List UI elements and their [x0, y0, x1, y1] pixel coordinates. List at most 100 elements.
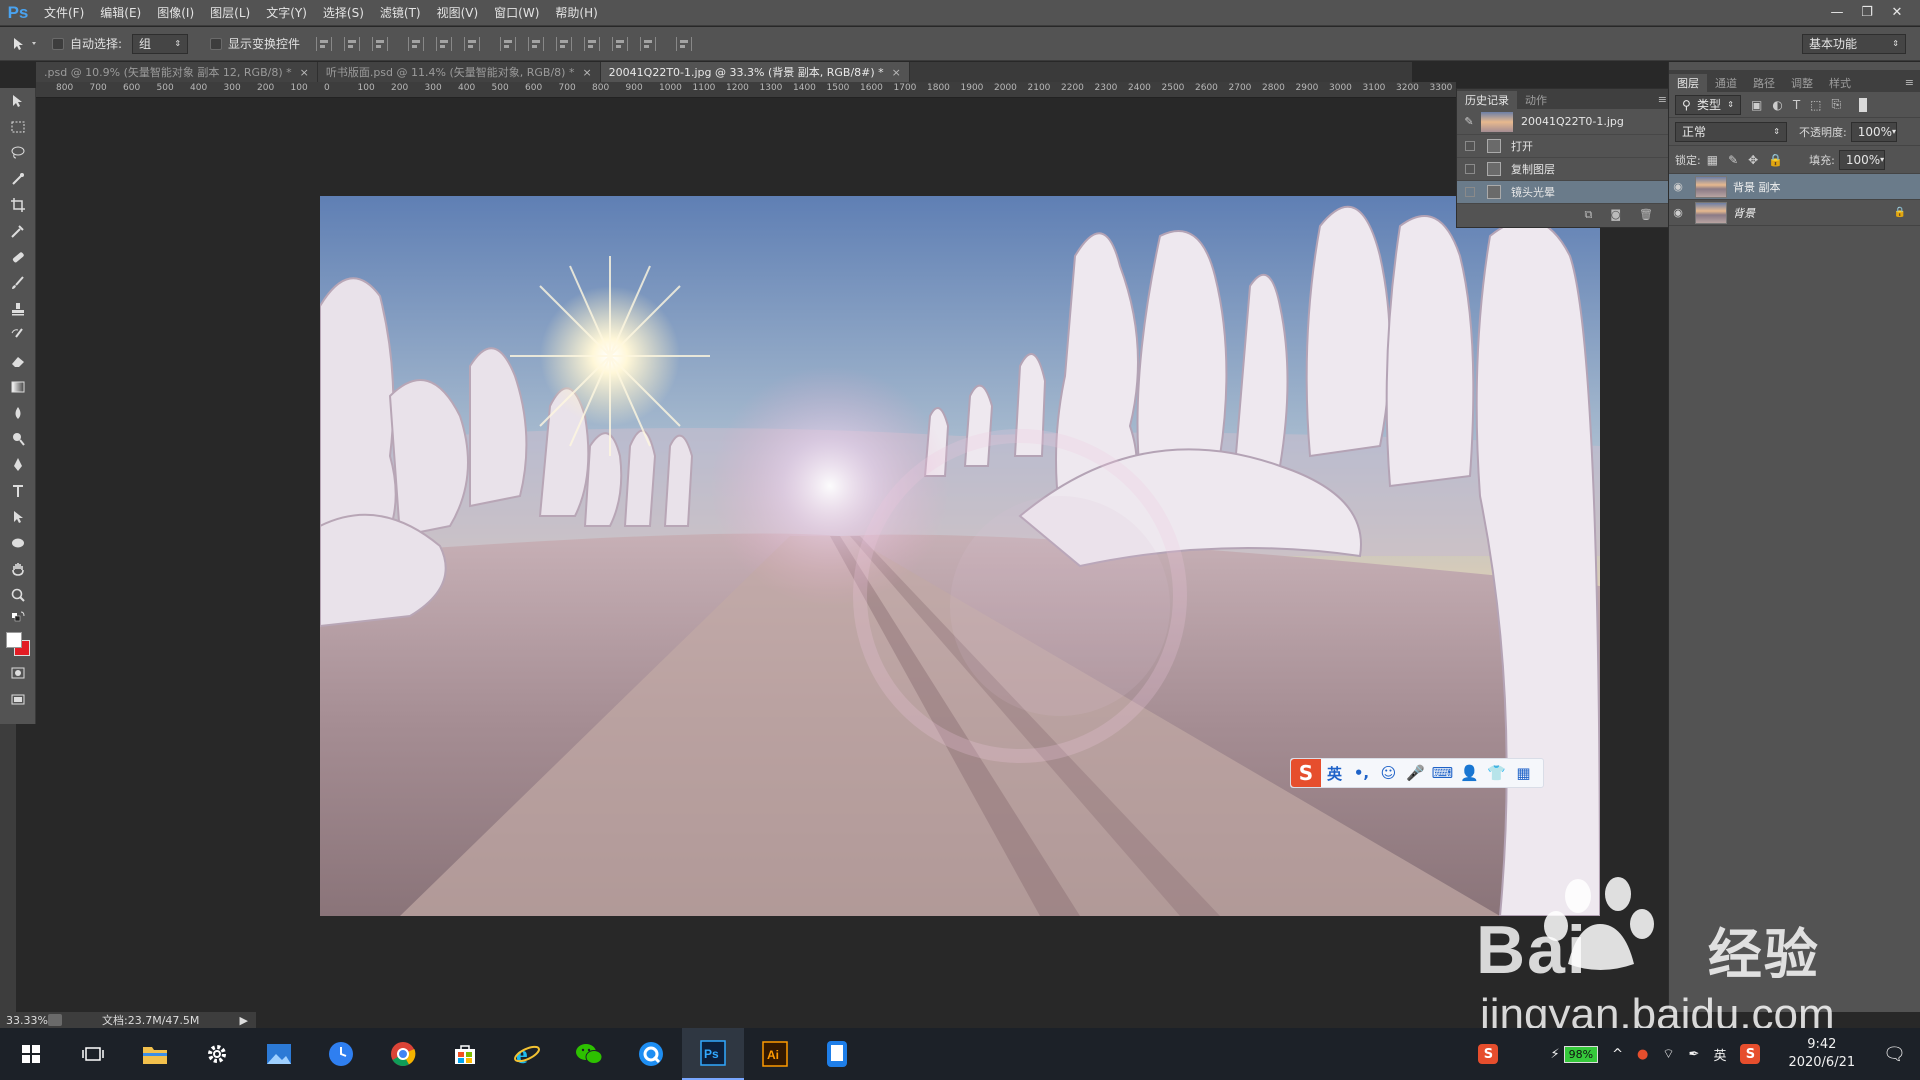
history-source-box[interactable] — [1465, 164, 1475, 174]
lock-transparent-icon[interactable]: ▦ — [1707, 153, 1718, 167]
menu-file[interactable]: 文件(F) — [36, 0, 92, 26]
history-brush-tool[interactable] — [0, 322, 36, 348]
wechat-app[interactable] — [558, 1028, 620, 1080]
sogou-logo[interactable]: S — [1291, 759, 1321, 787]
filter-pixel-icon[interactable]: ▣ — [1751, 98, 1762, 112]
photos-app[interactable] — [248, 1028, 310, 1080]
status-menu-arrow-icon[interactable]: ▶ — [240, 1014, 256, 1027]
chrome-app[interactable] — [372, 1028, 434, 1080]
punctuation-toggle[interactable]: •, — [1348, 764, 1375, 782]
ime-language-indicator[interactable]: 英 — [1713, 1045, 1726, 1064]
path-select-tool[interactable] — [0, 504, 36, 530]
crop-tool[interactable] — [0, 192, 36, 218]
foreground-color-swatch[interactable] — [6, 632, 22, 648]
wifi-icon[interactable]: ⌔ — [1662, 1046, 1674, 1062]
auto-align-icon[interactable] — [676, 36, 693, 51]
eye-icon[interactable]: ◉ — [1669, 180, 1687, 193]
move-tool[interactable] — [0, 88, 36, 114]
user-icon[interactable]: 👤 — [1456, 764, 1483, 782]
settings-app[interactable] — [186, 1028, 248, 1080]
menu-layer[interactable]: 图层(L) — [202, 0, 258, 26]
distribute-top-icon[interactable] — [500, 36, 517, 51]
menu-view[interactable]: 视图(V) — [429, 0, 487, 26]
tab-paths[interactable]: 路径 — [1745, 74, 1783, 92]
filter-toggle-icon[interactable] — [1859, 97, 1868, 112]
move-tool-preset[interactable] — [0, 31, 52, 57]
screen-mode-tool[interactable] — [0, 686, 36, 712]
store-app[interactable] — [434, 1028, 496, 1080]
clock-app[interactable] — [310, 1028, 372, 1080]
document-image[interactable] — [320, 196, 1600, 916]
blend-mode-select[interactable]: 正常 ⇕ — [1675, 121, 1787, 142]
gradient-tool[interactable] — [0, 374, 36, 400]
filter-shape-icon[interactable]: ⬚ — [1810, 98, 1821, 112]
distribute-vcenter-icon[interactable] — [528, 36, 545, 51]
brush-tool[interactable] — [0, 270, 36, 296]
default-colors-tool[interactable] — [0, 608, 36, 626]
zoom-level[interactable]: 33.33% — [0, 1014, 48, 1027]
eraser-tool[interactable] — [0, 348, 36, 374]
battery-indicator[interactable]: ⚡ 98% — [1550, 1045, 1599, 1063]
show-transform-checkbox[interactable]: 显示变换控件 — [210, 35, 300, 52]
tab-actions[interactable]: 动作 — [1517, 91, 1555, 109]
align-vcenter-icon[interactable] — [344, 36, 361, 51]
sogou-tray-icon[interactable]: S — [1478, 1044, 1499, 1064]
healing-tool[interactable] — [0, 244, 36, 270]
start-button[interactable] — [0, 1028, 62, 1080]
qq-browser-app[interactable] — [620, 1028, 682, 1080]
align-left-icon[interactable] — [408, 36, 425, 51]
sogou-tray-icon[interactable]: S — [1740, 1044, 1761, 1064]
lock-pixels-icon[interactable]: ✎ — [1728, 153, 1738, 167]
opacity-field[interactable]: 100% ▾ — [1850, 121, 1897, 142]
new-document-from-state-icon[interactable]: ⧉ — [1584, 208, 1592, 222]
tab-adjustments[interactable]: 调整 — [1783, 74, 1821, 92]
emoji-icon[interactable]: ☺ — [1375, 764, 1402, 782]
pen-tool[interactable] — [0, 452, 36, 478]
filter-type-icon[interactable]: T — [1793, 98, 1800, 112]
lock-position-icon[interactable]: ✥ — [1748, 153, 1758, 167]
close-icon[interactable]: × — [300, 66, 309, 79]
ie-app[interactable]: e — [496, 1028, 558, 1080]
menu-type[interactable]: 文字(Y) — [258, 0, 315, 26]
quick-mask-tool[interactable] — [0, 660, 36, 686]
task-view-button[interactable] — [62, 1028, 124, 1080]
menu-help[interactable]: 帮助(H) — [547, 0, 605, 26]
menu-window[interactable]: 窗口(W) — [486, 0, 547, 26]
tab-layers[interactable]: 图层 — [1669, 74, 1707, 92]
notification-app-icon[interactable]: ● — [1637, 1047, 1648, 1062]
lasso-tool[interactable] — [0, 140, 36, 166]
apps-grid-icon[interactable]: ▦ — [1510, 764, 1537, 782]
doc-tab-2[interactable]: 听书版面.psd @ 11.4% (矢量智能对象, RGB/8) * × — [317, 62, 601, 82]
layer-item[interactable]: ◉ 背景 🔒 — [1669, 200, 1920, 226]
lock-all-icon[interactable]: 🔒 — [1768, 153, 1783, 167]
align-hcenter-icon[interactable] — [436, 36, 453, 51]
menu-edit[interactable]: 编辑(E) — [92, 0, 149, 26]
menu-image[interactable]: 图像(I) — [149, 0, 202, 26]
doc-tab-1[interactable]: .psd @ 10.9% (矢量智能对象 副本 12, RGB/8) * × — [36, 62, 318, 82]
restore-button[interactable]: ❐ — [1852, 4, 1882, 22]
eye-icon[interactable]: ◉ — [1669, 206, 1687, 219]
distribute-left-icon[interactable] — [584, 36, 601, 51]
color-swatches[interactable] — [0, 626, 36, 660]
microphone-icon[interactable]: 🎤 — [1402, 764, 1429, 782]
fill-field[interactable]: 100% ▾ — [1838, 149, 1885, 170]
action-center-icon[interactable]: 🗨 — [1883, 1044, 1906, 1065]
keyboard-icon[interactable]: ⌨ — [1429, 764, 1456, 782]
layer-filter-select[interactable]: ⚲ 类型 ⇕ — [1675, 94, 1741, 115]
brush-source-icon[interactable]: ✎ — [1457, 115, 1481, 128]
chevron-up-icon[interactable]: ^ — [1612, 1047, 1623, 1062]
panel-menu-icon[interactable]: ≡ — [1905, 76, 1920, 92]
photoshop-app[interactable]: Ps — [682, 1028, 744, 1080]
pen-workspace-icon[interactable]: ✒ — [1689, 1047, 1700, 1062]
history-source-box[interactable] — [1465, 187, 1475, 197]
align-bottom-icon[interactable] — [372, 36, 389, 51]
illustrator-app[interactable]: Ai — [744, 1028, 806, 1080]
blur-tool[interactable] — [0, 400, 36, 426]
filter-smart-icon[interactable]: ⎘ — [1832, 97, 1842, 112]
close-button[interactable]: ✕ — [1882, 4, 1912, 22]
status-info-icon[interactable] — [48, 1014, 62, 1026]
align-right-icon[interactable] — [464, 36, 481, 51]
close-icon[interactable]: × — [892, 66, 901, 79]
hand-tool[interactable] — [0, 556, 36, 582]
workspace-select[interactable]: 基本功能 ⇕ — [1802, 33, 1906, 54]
